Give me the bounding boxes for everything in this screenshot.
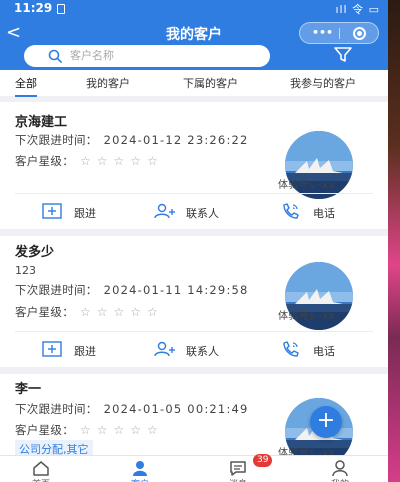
bottom-tab-bar: 首页 客户 消息 我的 <box>0 455 388 482</box>
capsule-divider <box>339 28 340 39</box>
tab-subordinate-customers[interactable]: 下属的客户 <box>183 75 238 91</box>
nav-home-label: 首页 <box>6 477 76 482</box>
phone-icon <box>283 203 299 219</box>
star-level-line: 客户星级： ☆☆☆☆☆ <box>15 153 164 169</box>
contacts-label: 联系人 <box>186 345 219 358</box>
next-followup-line: 下次跟进时间： 2024-01-12 23:26:22 <box>15 132 249 148</box>
sim-icon <box>57 4 65 14</box>
nav-home[interactable]: 首页 <box>6 456 76 482</box>
filter-icon[interactable] <box>334 47 352 63</box>
mini-program-capsule: ••• <box>299 22 379 44</box>
next-followup-time: 2024-01-12 23:26:22 <box>103 133 249 147</box>
star-level-line: 客户星级： ☆☆☆☆☆ <box>15 422 164 438</box>
next-followup-label: 下次跟进时间： <box>15 402 98 416</box>
phone-screen: 11:29 ıll 令 ▭ < 我的客户 ••• 全部 我的客户 下属的客户 我… <box>0 0 388 482</box>
card-divider <box>15 331 373 332</box>
customer-card[interactable]: 京海建工 下次跟进时间： 2024-01-12 23:26:22 客户星级： ☆☆☆… <box>0 102 388 229</box>
customer-name: 京海建工 <box>15 115 68 130</box>
tab-my-customers[interactable]: 我的客户 <box>86 75 130 91</box>
customer-sub-info: 123 <box>15 264 36 277</box>
experience-account: 体验号s--xx <box>278 311 335 322</box>
customer-card[interactable]: 发多少 123 下次跟进时间： 2024-01-11 14:29:58 客户星级：… <box>0 236 388 367</box>
message-icon <box>230 461 246 476</box>
star-rating[interactable]: ☆☆☆☆☆ <box>80 154 164 168</box>
search-icon <box>48 49 62 63</box>
nav-profile-label: 我的 <box>305 477 375 482</box>
experience-account: 体验号s--xx <box>278 180 335 191</box>
add-customer-button[interactable]: + <box>310 406 342 438</box>
next-followup-label: 下次跟进时间： <box>15 283 98 297</box>
customer-name: 李一 <box>15 382 42 397</box>
next-followup-time: 2024-01-11 14:29:58 <box>103 283 249 297</box>
next-followup-label: 下次跟进时间： <box>15 133 98 147</box>
star-rating[interactable]: ☆☆☆☆☆ <box>80 305 164 319</box>
search-box[interactable] <box>24 45 270 67</box>
follow-up-label: 跟进 <box>74 207 96 220</box>
status-time: 11:29 <box>14 1 53 15</box>
header: < 我的客户 ••• <box>0 18 388 70</box>
customer-name: 发多少 <box>15 245 55 260</box>
star-level-label: 客户星级： <box>15 423 74 437</box>
star-level-label: 客户星级： <box>15 154 74 168</box>
status-bar: 11:29 ıll 令 ▭ <box>0 0 388 18</box>
tab-all[interactable]: 全部 <box>15 75 37 97</box>
add-contact-icon <box>154 203 175 219</box>
add-contact-icon <box>154 341 175 357</box>
more-button[interactable]: ••• <box>312 26 333 39</box>
add-followup-icon <box>42 203 62 219</box>
home-icon <box>33 461 49 476</box>
add-followup-icon <box>42 341 62 357</box>
star-level-line: 客户星级： ☆☆☆☆☆ <box>15 304 164 320</box>
follow-up-label: 跟进 <box>74 345 96 358</box>
next-followup-line: 下次跟进时间： 2024-01-05 00:21:49 <box>15 401 249 417</box>
search-input[interactable] <box>70 48 250 64</box>
star-level-label: 客户星级： <box>15 305 74 319</box>
nav-customers-label: 客户 <box>105 477 175 482</box>
phone-label: 电话 <box>313 207 335 220</box>
nav-customers[interactable]: 客户 <box>105 456 175 482</box>
card-divider <box>15 193 373 194</box>
next-followup-time: 2024-01-05 00:21:49 <box>103 402 249 416</box>
customer-tabs: 全部 我的客户 下属的客户 我参与的客户 <box>0 70 388 97</box>
status-indicators: ıll 令 ▭ <box>335 3 380 16</box>
person-icon <box>133 461 147 476</box>
next-followup-line: 下次跟进时间： 2024-01-11 14:29:58 <box>15 282 249 298</box>
nav-messages-label: 消息 <box>203 477 273 482</box>
phone-icon <box>283 341 299 357</box>
background-wallpaper <box>388 0 400 482</box>
phone-label: 电话 <box>313 345 335 358</box>
star-rating[interactable]: ☆☆☆☆☆ <box>80 423 164 437</box>
nav-profile[interactable]: 我的 <box>305 456 375 482</box>
tab-participated-customers[interactable]: 我参与的客户 <box>290 75 356 91</box>
profile-icon <box>332 460 348 476</box>
contacts-label: 联系人 <box>186 207 219 220</box>
close-miniprogram-icon[interactable] <box>353 27 366 40</box>
unread-badge: 39 <box>253 454 273 467</box>
